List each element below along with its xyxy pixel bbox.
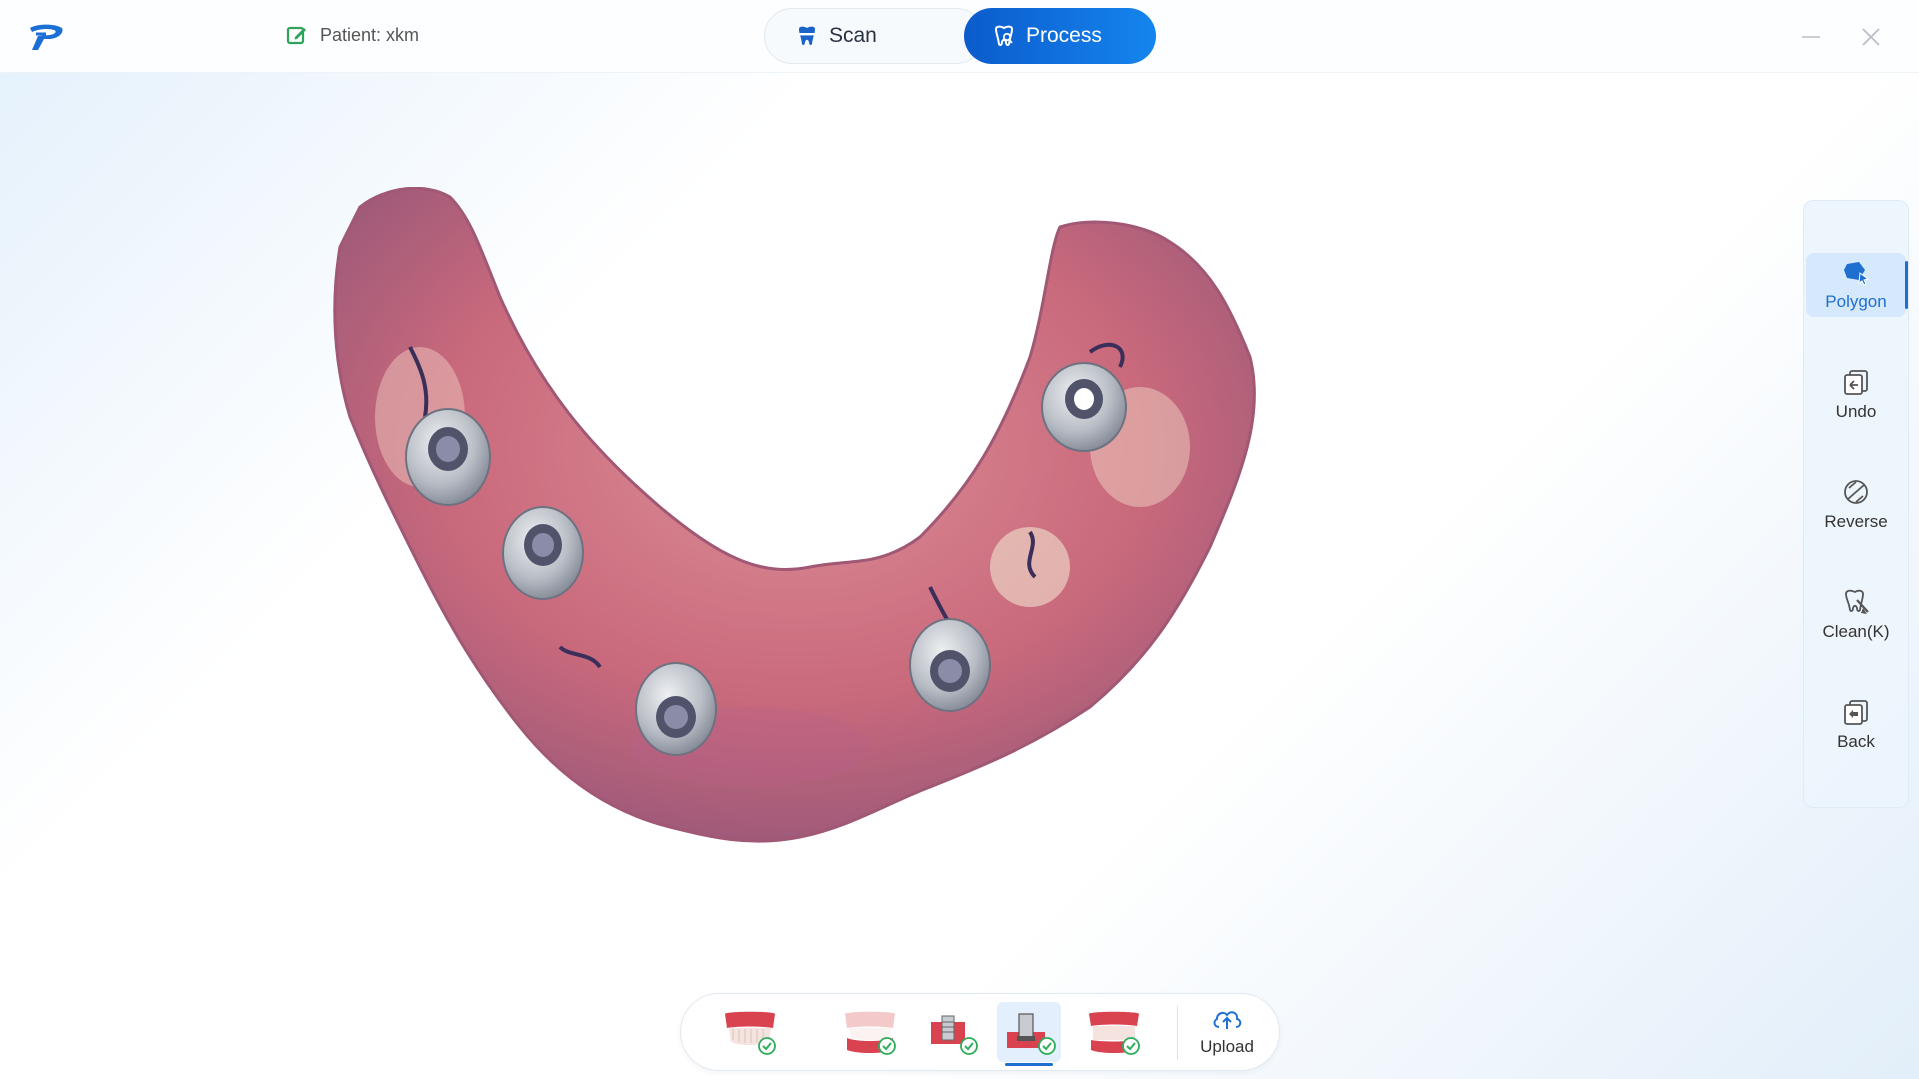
scan-body-1 — [405, 408, 491, 506]
dental-arch-model[interactable] — [330, 187, 1490, 947]
upper-jaw-check-icon — [725, 1011, 776, 1055]
edit-patient-icon[interactable] — [286, 24, 308, 46]
lower-jaw-check-icon — [845, 1011, 896, 1055]
tool-back[interactable]: Back — [1806, 693, 1906, 757]
tool-undo-label: Undo — [1835, 402, 1877, 421]
step-lower-jaw[interactable] — [837, 1002, 901, 1062]
3d-viewport[interactable] — [0, 72, 1919, 992]
app-logo-icon — [30, 24, 63, 50]
patient-info: Patient: xkm — [286, 24, 419, 46]
bite-check-icon — [1089, 1011, 1140, 1055]
tool-undo[interactable]: Undo — [1806, 363, 1906, 427]
undo-icon — [1844, 370, 1868, 395]
step-implant-scanbody[interactable] — [919, 1002, 983, 1062]
clean-icon — [1845, 589, 1869, 614]
tool-polygon-label: Polygon — [1825, 292, 1887, 311]
mode-tabs: Scan Process — [764, 8, 1156, 64]
workflow-toolbar: Upload — [680, 993, 1280, 1071]
tool-reverse[interactable]: Reverse — [1806, 473, 1906, 537]
tab-process[interactable]: Process — [964, 8, 1156, 64]
scan-body-2 — [502, 506, 584, 600]
tool-reverse-label: Reverse — [1824, 512, 1888, 531]
patient-label: Patient: xkm — [320, 24, 420, 45]
scan-body-3 — [635, 662, 717, 756]
close-icon[interactable] — [1856, 22, 1886, 52]
tab-process-label: Process — [1026, 24, 1102, 47]
minimize-icon[interactable] — [1796, 22, 1826, 52]
step-scanbody-lower[interactable] — [997, 1002, 1061, 1066]
tool-back-label: Back — [1837, 732, 1875, 751]
step-upper-jaw[interactable] — [717, 1002, 781, 1062]
tool-clean-label: Clean(K) — [1822, 622, 1890, 641]
tab-scan[interactable]: Scan — [764, 8, 984, 64]
cloud-upload-icon — [1213, 1011, 1242, 1029]
tooth-process-icon — [994, 25, 1014, 47]
tool-polygon[interactable]: Polygon — [1806, 253, 1908, 317]
edit-tool-panel: Polygon Undo Reverse Clean(K) Back — [1803, 200, 1909, 808]
step-bite[interactable] — [1081, 1002, 1145, 1062]
upload-label: Upload — [1200, 1037, 1254, 1056]
back-icon — [1844, 700, 1868, 725]
polygon-select-icon — [1844, 262, 1870, 286]
scan-body-5 — [1041, 362, 1127, 452]
upload-button[interactable]: Upload — [1187, 1002, 1267, 1062]
tool-clean[interactable]: Clean(K) — [1806, 583, 1906, 647]
reverse-icon — [1844, 480, 1868, 504]
title-bar: Patient: xkm Scan Process — [0, 0, 1919, 73]
toolbar-divider — [1177, 1006, 1178, 1060]
tab-scan-label: Scan — [829, 24, 877, 47]
scanbody-lower-check-icon — [1007, 1013, 1056, 1055]
tooth-scan-icon — [797, 26, 817, 46]
scan-body-4 — [909, 618, 991, 712]
implant-scanbody-check-icon — [931, 1015, 978, 1055]
